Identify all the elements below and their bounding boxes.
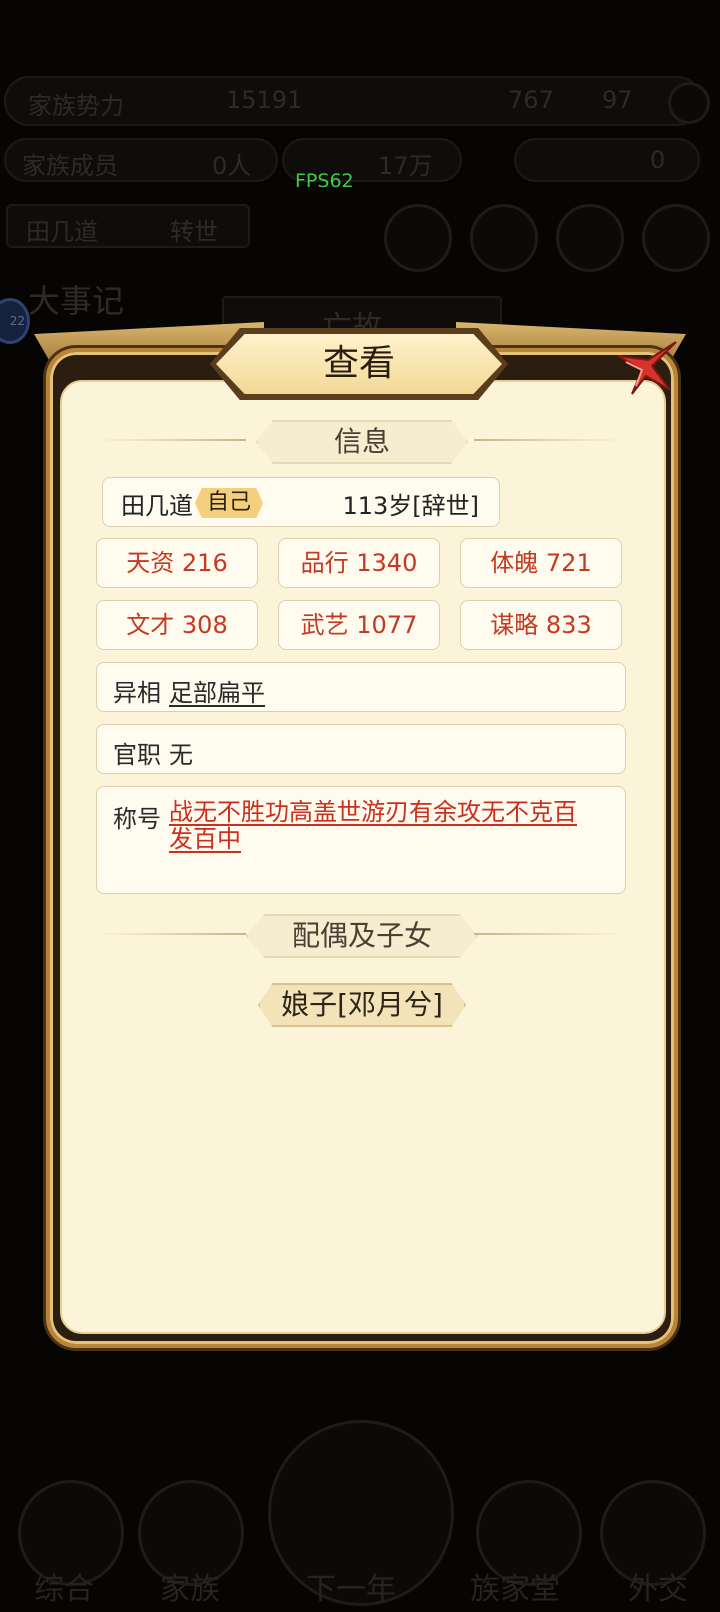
bg-coin-value: 0: [650, 146, 666, 174]
bg-nav-label-1: 综合: [34, 1572, 94, 1607]
bg-food-value: 17万: [378, 152, 433, 180]
info-divider-left: [96, 439, 246, 441]
family-section-header: 配偶及子女: [96, 914, 624, 958]
bg-reincarnate-label: 转世: [170, 218, 218, 246]
stat-literary: 文才 308: [96, 600, 258, 650]
character-name-row: 田几道 自己 113岁[辞世]: [102, 477, 500, 527]
close-button[interactable]: [612, 336, 682, 400]
stat-martial: 武艺 1077: [278, 600, 440, 650]
bg-menu-icon-1: [384, 204, 452, 272]
bg-nav-label-5: 外交: [628, 1572, 688, 1607]
spouse-button[interactable]: 娘子[邓月兮]: [258, 983, 466, 1027]
bg-events-heading: 大事记: [28, 282, 125, 320]
close-icon: [617, 341, 677, 395]
age-status: 113岁[辞世]: [342, 492, 479, 520]
fps-counter: FPS62: [295, 170, 354, 192]
titles-label: 称号: [113, 805, 161, 833]
bg-name-label: 田几道: [26, 218, 98, 246]
family-divider-left: [96, 933, 246, 935]
dialog-title: 查看: [322, 343, 395, 384]
info-section-header: 信息: [96, 420, 624, 464]
bg-members-label: 家族成员: [22, 152, 118, 180]
bg-power-label: 家族势力: [28, 92, 124, 120]
office-label: 官职: [113, 741, 161, 769]
stat-conduct: 品行 1340: [278, 538, 440, 588]
office-value: 无: [169, 741, 193, 769]
bg-nav-label-3: 下一年: [306, 1572, 396, 1607]
bg-nav-label-2: 家族: [160, 1572, 220, 1607]
family-divider-right: [474, 933, 624, 935]
stat-talent: 天资 216: [96, 538, 258, 588]
bg-nav-label-4: 族家堂: [470, 1572, 560, 1607]
bg-power-value: 15191: [226, 86, 303, 114]
stat-strategy: 谋略 833: [460, 600, 622, 650]
titles-value-link[interactable]: 战无不胜功高盖世游刃有余攻无不克百发百中: [169, 799, 589, 853]
trait-label: 异相: [113, 679, 161, 707]
bg-menu-icon-3: [556, 204, 624, 272]
character-name: 田几道: [121, 492, 193, 520]
bg-help-icon: [668, 82, 710, 124]
office-row: 官职 无: [96, 724, 626, 774]
bg-gold-value: 767: [508, 86, 554, 114]
bg-members-value: 0人: [212, 152, 252, 180]
titles-row: 称号 战无不胜功高盖世游刃有余攻无不克百发百中: [96, 786, 626, 894]
stat-physique: 体魄 721: [460, 538, 622, 588]
bg-gem-value: 97: [602, 86, 633, 114]
family-section-label: 配偶及子女: [246, 914, 478, 958]
trait-value-link[interactable]: 足部扁平: [169, 673, 265, 708]
bg-menu-icon-4: [642, 204, 710, 272]
trait-row: 异相 足部扁平: [96, 662, 626, 712]
self-badge: 自己: [195, 488, 264, 518]
info-section-label: 信息: [256, 420, 468, 464]
info-divider-right: [474, 439, 624, 441]
bg-menu-icon-2: [470, 204, 538, 272]
bg-coin-bar: [514, 138, 700, 182]
